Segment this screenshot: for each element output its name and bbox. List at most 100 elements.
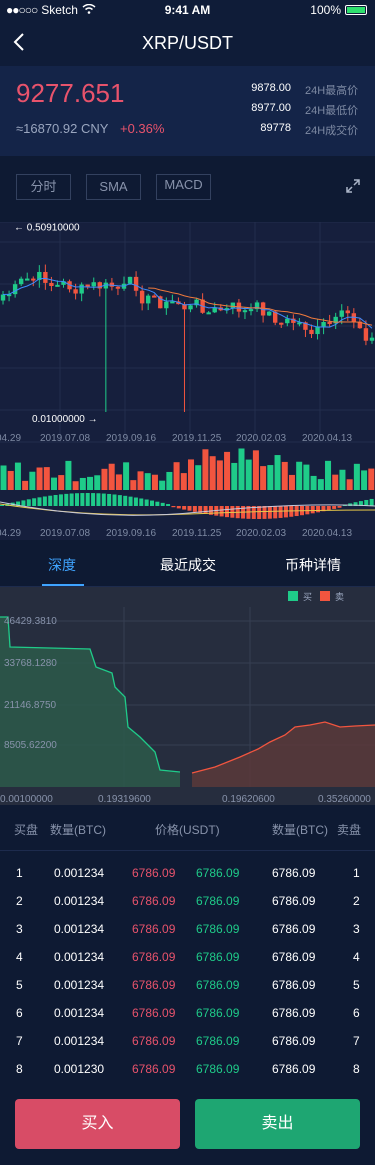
candle-body — [43, 271, 48, 283]
macd-bar — [326, 506, 331, 511]
candle-body — [363, 328, 369, 341]
volume-bar — [14, 462, 21, 490]
sell-button[interactable]: 卖出 — [195, 1099, 360, 1149]
macd-bar — [369, 498, 374, 506]
date-label: 2020.04.13 — [302, 528, 352, 539]
volume-bar — [224, 451, 231, 490]
row-buy-qty: 0.001234 — [54, 1006, 105, 1020]
macd-bar — [26, 499, 31, 506]
sma-button[interactable]: SMA — [86, 174, 141, 200]
volume-bar — [36, 467, 43, 490]
candle-body — [266, 311, 272, 316]
row-buy-index: 2 — [16, 894, 23, 908]
volume-bar — [303, 464, 310, 490]
row-sell-index: 2 — [353, 894, 360, 908]
table-row[interactable]: 1 0.001234 6786.09 6786.09 6786.09 1 — [0, 859, 375, 887]
date-axis-indicator: 04.29 2019.07.08 2019.09.16 2019.11.25 2020.… — [0, 528, 352, 539]
volume-bar — [79, 477, 86, 490]
row-sell-index: 6 — [353, 1006, 360, 1020]
volume-bar — [267, 465, 274, 490]
date-label: 2019.09.16 — [106, 433, 156, 444]
depth-x-label: 0.00100000 — [0, 794, 53, 805]
row-sell-price: 6786.09 — [196, 922, 240, 936]
macd-bar — [107, 493, 112, 506]
candle-body — [158, 296, 163, 309]
row-buy-price: 6786.09 — [132, 866, 176, 880]
candle-body — [345, 310, 350, 314]
kline-chart[interactable]: ← 0.50910000 0.01000000 → 04.29 2019.07.0… — [0, 221, 375, 540]
table-row[interactable]: 4 0.001234 6786.09 6786.09 6786.09 4 — [0, 943, 375, 971]
macd-bar — [332, 506, 337, 509]
table-row[interactable]: 8 0.001230 6786.09 6786.09 6786.09 8 — [0, 1055, 375, 1083]
row-sell-price: 6786.09 — [196, 866, 240, 880]
active-tab-indicator — [42, 584, 84, 586]
chart-toolbar: 分时 SMA MACD — [0, 156, 375, 222]
battery-label: 100% — [310, 3, 341, 17]
macd-bar — [64, 493, 69, 506]
macd-bar — [58, 494, 63, 506]
volume-bar — [310, 475, 317, 490]
timeline-button[interactable]: 分时 — [16, 174, 71, 200]
macd-bar — [160, 502, 165, 506]
macd-bar — [225, 506, 229, 518]
row-sell-qty: 6786.09 — [272, 1006, 316, 1020]
sell-legend-label: 卖 — [335, 592, 344, 602]
row-buy-price: 6786.09 — [132, 1034, 176, 1048]
row-buy-index: 6 — [16, 1006, 23, 1020]
volume-bar — [151, 474, 158, 490]
macd-bar — [203, 506, 208, 514]
action-bar: 买入 卖出 — [0, 1080, 375, 1165]
candles — [0, 264, 375, 412]
date-label: 2020.02.03 — [236, 433, 286, 444]
row-sell-qty: 6786.09 — [272, 922, 316, 936]
macd-bar — [337, 506, 342, 508]
row-sell-price: 6786.09 — [196, 1006, 240, 1020]
tab-depth[interactable]: 深度 — [48, 555, 76, 575]
macd-button[interactable]: MACD — [156, 174, 211, 200]
low-price-label: 0.01000000 → — [32, 414, 98, 425]
candle-body — [279, 322, 284, 325]
table-row[interactable]: 7 0.001234 6786.09 6786.09 6786.09 7 — [0, 1027, 375, 1055]
macd-bar — [166, 504, 171, 506]
row-buy-index: 7 — [16, 1034, 23, 1048]
stat-value: 9878.00 — [251, 82, 291, 94]
macd-bar — [176, 506, 181, 509]
row-sell-index: 5 — [353, 978, 360, 992]
macd-bar — [187, 506, 192, 511]
volume-bars — [0, 448, 375, 490]
volume-bar — [195, 465, 202, 490]
row-buy-qty: 0.001234 — [54, 894, 105, 908]
volume-bar — [353, 463, 360, 490]
volume-bar — [252, 450, 259, 490]
volume-bar — [159, 480, 166, 490]
header-buy: 买盘 — [14, 823, 39, 837]
table-row[interactable]: 5 0.001234 6786.09 6786.09 6786.09 5 — [0, 971, 375, 999]
volume-bar — [180, 473, 187, 490]
battery-icon — [345, 5, 367, 15]
row-sell-index: 7 — [353, 1034, 360, 1048]
volume-bar — [101, 468, 108, 490]
depth-chart[interactable]: 买 卖 46429.3810 33768.1280 21146.8750 850… — [0, 587, 375, 805]
stat-label: 24H最低价 — [305, 105, 359, 117]
table-row[interactable]: 6 0.001234 6786.09 6786.09 6786.09 6 — [0, 999, 375, 1027]
macd-bar — [150, 500, 154, 506]
volume-bar — [260, 466, 267, 490]
buy-button[interactable]: 买入 — [15, 1099, 180, 1149]
row-buy-price: 6786.09 — [132, 922, 176, 936]
depth-y-label: 8505.62200 — [4, 740, 57, 751]
row-buy-qty: 0.001230 — [54, 1062, 105, 1076]
tab-recent-trades[interactable]: 最近成交 — [160, 555, 216, 575]
fullscreen-icon[interactable] — [345, 178, 361, 199]
table-row[interactable]: 3 0.001234 6786.09 6786.09 6786.09 3 — [0, 915, 375, 943]
kline-canvas: ← 0.50910000 0.01000000 → 04.29 2019.07.0… — [0, 221, 375, 539]
date-label: 04.29 — [0, 433, 21, 444]
stat-high: 9878.00 24H最高价 — [241, 82, 359, 98]
tab-coin-details[interactable]: 币种详情 — [285, 555, 341, 575]
volume-bar — [281, 461, 288, 490]
row-buy-price: 6786.09 — [132, 1006, 176, 1020]
candle-body — [369, 337, 375, 341]
status-bar: ●●○○○ Sketch 9:41 AM 100% — [0, 0, 375, 20]
table-row[interactable]: 2 0.001234 6786.09 6786.09 6786.09 2 — [0, 887, 375, 915]
volume-bar — [108, 463, 115, 490]
depth-x-label: 0.19319600 — [98, 794, 151, 805]
